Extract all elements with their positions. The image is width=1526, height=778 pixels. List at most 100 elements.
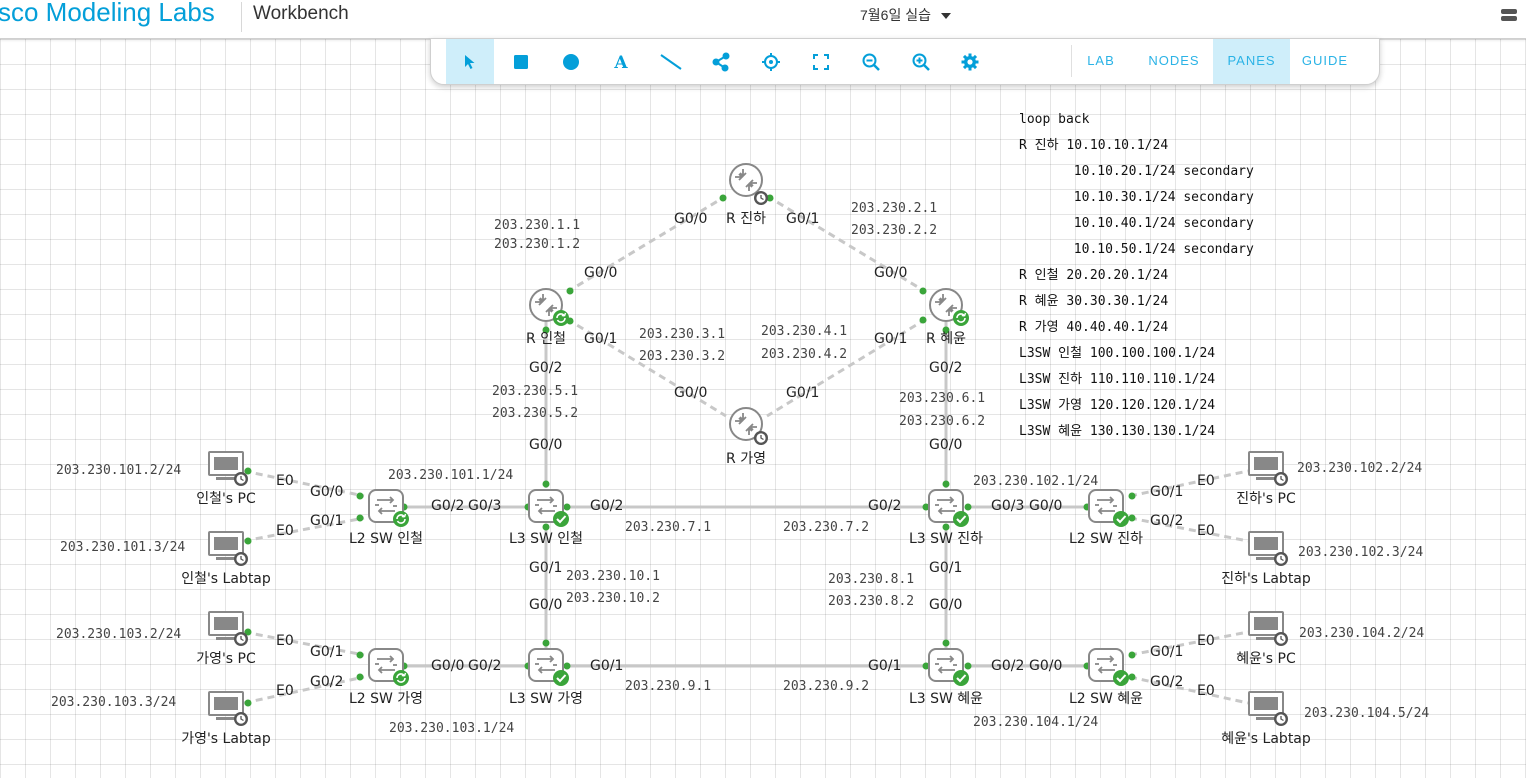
- brand-logo[interactable]: sco Modeling Labs: [0, 0, 215, 28]
- annotation-line: R 인철 20.20.20.1/24: [1019, 268, 1169, 283]
- ip-label: 203.230.4.1: [761, 324, 847, 339]
- host-labtap-jinha[interactable]: [1248, 531, 1289, 567]
- ip-label: 203.230.5.1: [492, 384, 578, 399]
- node-label: 인철's PC: [196, 491, 256, 507]
- node-label: 가영's PC: [196, 651, 256, 667]
- ip-label: 203.230.9.2: [783, 679, 869, 694]
- iface-label: G0/0: [529, 597, 562, 613]
- tab-lab[interactable]: LAB: [1073, 39, 1129, 84]
- ip-label: 203.230.3.1: [639, 327, 725, 342]
- server-menu-icon[interactable]: [1501, 9, 1517, 23]
- share-node-icon[interactable]: [697, 39, 745, 84]
- iface-label: G0/0: [674, 211, 707, 227]
- loopback-annotation[interactable]: loop back R 진하 10.10.10.1/24 10.10.20.1/…: [1019, 108, 1254, 446]
- annotation-line: L3SW 진하 110.110.110.1/24: [1019, 372, 1216, 387]
- text-icon[interactable]: A: [597, 39, 645, 84]
- iface-label: E0: [1197, 523, 1215, 539]
- host-labtap-gayoung[interactable]: [208, 691, 249, 727]
- ip-label: 203.230.9.1: [625, 679, 711, 694]
- switch-l3-gayoung[interactable]: [528, 648, 570, 687]
- iface-label: G0/1: [310, 513, 343, 529]
- ip-label: 203.230.4.2: [761, 347, 847, 362]
- iface-label: G0/0: [1029, 658, 1062, 674]
- iface-label: G0/1: [786, 385, 819, 401]
- annotation-line: R 가영 40.40.40.1/24: [1019, 320, 1169, 335]
- ip-label: 203.230.1.1: [494, 218, 580, 233]
- node-label: L3 SW 혜윤: [909, 691, 983, 707]
- line-icon[interactable]: [647, 39, 695, 84]
- iface-label: G0/0: [674, 385, 707, 401]
- iface-label: G0/2: [310, 674, 343, 690]
- ip-label: 203.230.104.5/24: [1304, 706, 1429, 721]
- ip-label: 203.230.103.3/24: [51, 695, 176, 710]
- node-label: 혜윤's Labtap: [1221, 731, 1311, 747]
- switch-l3-hyeyun[interactable]: [928, 648, 970, 687]
- node-label: 혜윤's PC: [1236, 651, 1296, 667]
- ip-label: 203.230.101.1/24: [388, 468, 513, 483]
- iface-label: G0/2: [590, 498, 623, 514]
- zoom-in-icon[interactable]: [897, 39, 945, 84]
- host-labtap-hyeyun[interactable]: [1248, 691, 1289, 727]
- zoom-out-icon[interactable]: [847, 39, 895, 84]
- iface-label: G0/3: [468, 498, 501, 514]
- iface-label: G0/1: [868, 658, 901, 674]
- annotation-line: 10.10.30.1/24 secondary: [1019, 190, 1254, 205]
- router-r-gayoung[interactable]: [729, 407, 769, 446]
- host-labtap-incheol[interactable]: [208, 531, 249, 567]
- switch-l3-jinha[interactable]: [928, 489, 970, 528]
- router-r-incheol[interactable]: [529, 288, 570, 327]
- tab-nodes[interactable]: NODES: [1135, 39, 1213, 84]
- settings-icon[interactable]: [946, 39, 994, 84]
- fit-screen-icon[interactable]: [797, 39, 845, 84]
- topology-canvas: R 진하 R 인철 R 혜윤 R 가영 L3 SW 인철 L3 SW 진하 L3…: [51, 163, 1429, 747]
- annotation-line: R 진하 10.10.10.1/24: [1019, 138, 1169, 153]
- iface-label: G0/0: [929, 597, 962, 613]
- annotation-line: loop back: [1019, 112, 1090, 127]
- ip-label: 203.230.7.2: [783, 520, 869, 535]
- annotation-line: 10.10.40.1/24 secondary: [1019, 216, 1254, 231]
- app-header: sco Modeling Labs Workbench 7월6일 실습: [0, 0, 1526, 39]
- ip-label: 203.230.104.1/24: [973, 715, 1098, 730]
- node-label: 인철's Labtap: [181, 571, 271, 587]
- ip-label: 203.230.6.1: [899, 391, 985, 406]
- iface-label: G0/2: [991, 658, 1024, 674]
- lab-selector[interactable]: 7월6일 실습: [860, 5, 951, 25]
- router-r-jinha[interactable]: [729, 163, 769, 206]
- switch-l2-hyeyun[interactable]: [1088, 648, 1130, 687]
- switch-l2-jinha[interactable]: [1088, 489, 1130, 528]
- links-solid: [404, 322, 1088, 668]
- canvas-toolbar: A LAB NODES PANES GUIDE: [430, 38, 1380, 85]
- iface-label: G0/2: [1150, 513, 1183, 529]
- crosshair-icon[interactable]: [747, 39, 795, 84]
- pointer-icon[interactable]: [446, 39, 494, 84]
- switch-l2-incheol[interactable]: [368, 489, 410, 528]
- iface-label: G0/1: [1150, 484, 1183, 500]
- host-pc-incheol[interactable]: [208, 451, 249, 487]
- tab-panes[interactable]: PANES: [1213, 39, 1290, 84]
- iface-label: G0/2: [868, 498, 901, 514]
- ip-label: 203.230.2.1: [851, 201, 937, 216]
- node-label: L3 SW 진하: [909, 531, 983, 547]
- node-label: R 가영: [726, 451, 766, 467]
- annotation-line: L3SW 인철 100.100.100.1/24: [1019, 346, 1216, 361]
- annotation-line: L3SW 혜윤 130.130.130.1/24: [1019, 424, 1216, 439]
- tab-guide[interactable]: GUIDE: [1293, 39, 1357, 84]
- iface-label: G0/0: [874, 265, 907, 281]
- iface-label: G0/0: [584, 265, 617, 281]
- ip-label: 203.230.8.1: [828, 572, 914, 587]
- host-pc-gayoung[interactable]: [208, 611, 249, 647]
- host-pc-jinha[interactable]: [1248, 451, 1289, 487]
- circle-icon[interactable]: [547, 39, 595, 84]
- router-r-hyeyun[interactable]: [929, 288, 970, 327]
- switch-l2-gayoung[interactable]: [368, 648, 410, 687]
- host-pc-hyeyun[interactable]: [1248, 611, 1289, 647]
- iface-label: G0/1: [584, 331, 617, 347]
- ip-label: 203.230.102.2/24: [1297, 461, 1422, 476]
- iface-label: G0/2: [431, 498, 464, 514]
- ip-label: 203.230.10.2: [566, 591, 660, 606]
- square-icon[interactable]: [497, 39, 545, 84]
- switch-l3-incheol[interactable]: [528, 489, 570, 528]
- link-endpoints: [244, 194, 1136, 707]
- iface-label: G0/0: [929, 437, 962, 453]
- ip-label: 203.230.10.1: [566, 569, 660, 584]
